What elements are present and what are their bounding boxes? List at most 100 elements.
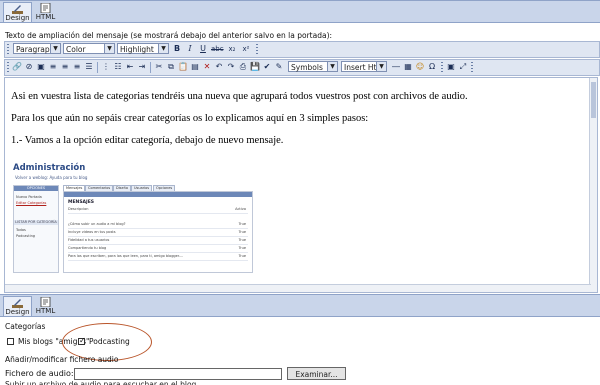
embedded-col-desc: Descripcion xyxy=(68,207,89,211)
embedded-admin-title: Administración xyxy=(13,163,86,173)
toolbar-row-1: Paragraph ▼ Color ▼ Highlight ▼ B I U ab… xyxy=(4,41,600,58)
table-row: Para los que escriben, para los que leen… xyxy=(68,254,248,261)
print-icon[interactable]: ⎙ xyxy=(238,62,248,72)
scrollbar-thumb[interactable] xyxy=(591,82,596,118)
embedded-admin-subtitle: Volver a weblog: Ayuda para tu blog xyxy=(15,175,88,180)
bold-icon[interactable]: B xyxy=(172,44,182,54)
embedded-sidebar: OPCIONES Nuevo Portada Editar Categorías… xyxy=(13,185,59,273)
delete-icon[interactable]: ✕ xyxy=(202,62,212,72)
audio-heading: Añadir/modificar fichero audio xyxy=(5,355,119,364)
table-icon[interactable]: ▦ xyxy=(403,62,413,72)
table-cell: True xyxy=(238,254,246,258)
superscript-icon[interactable]: x² xyxy=(241,44,251,54)
redo-icon[interactable]: ↷ xyxy=(226,62,236,72)
embedded-sidebar-item: Todas xyxy=(16,228,26,232)
embedded-panel-head xyxy=(64,192,252,197)
toolbar-separator xyxy=(97,62,98,73)
highlight-select[interactable]: Highlight ▼ xyxy=(117,43,169,54)
table-cell: Para los que escriben, para los que leen… xyxy=(68,254,184,258)
insert-html-select[interactable]: Insert Html ▼ xyxy=(341,61,387,72)
audio-file-input[interactable] xyxy=(74,368,282,380)
undo-icon[interactable]: ↶ xyxy=(214,62,224,72)
browse-button[interactable]: Examinar... xyxy=(287,367,346,380)
format-select-value: Paragraph xyxy=(16,45,55,54)
toolbar-grip[interactable] xyxy=(256,44,258,55)
html-page-icon xyxy=(40,3,51,13)
subscript-icon[interactable]: x₂ xyxy=(227,44,237,54)
embedded-sidebar-item: Podcasting xyxy=(16,234,36,238)
format-select[interactable]: Paragraph ▼ xyxy=(13,43,61,54)
toolbar-row-2: 🔗 ⊘ ▣ ≡ ≡ ≡ ☰ ⋮ ☷ ⇤ ⇥ ✂ ⧉ 📋 ▤ ✕ ↶ ↷ ⎙ 💾 … xyxy=(4,59,600,76)
table-cell: True xyxy=(238,222,246,226)
editor-horizontal-scrollbar[interactable] xyxy=(5,284,591,292)
toolbar-grip[interactable] xyxy=(7,44,9,55)
unlink-icon[interactable]: ⊘ xyxy=(24,62,34,72)
editor-mode-bar-top: Design HTML xyxy=(0,0,600,23)
category-checkbox-mis-blogs[interactable] xyxy=(7,338,14,345)
italic-icon[interactable]: I xyxy=(185,44,195,54)
color-select[interactable]: Color ▼ xyxy=(63,43,115,54)
pencil-ruler-icon xyxy=(12,5,23,14)
table-row: ¿Cómo subir un audio a mi blog? True xyxy=(68,222,248,229)
strikethrough-icon[interactable]: abc xyxy=(211,44,224,54)
outdent-icon[interactable]: ⇤ xyxy=(125,62,135,72)
copy-icon[interactable]: ⧉ xyxy=(166,62,176,72)
design-mode-button[interactable]: Design xyxy=(3,296,32,317)
unordered-list-icon[interactable]: ☷ xyxy=(113,62,123,72)
properties-icon[interactable]: ▣ xyxy=(446,62,456,72)
symbols-select-value: Symbols xyxy=(291,63,323,72)
symbols-select[interactable]: Symbols ▼ xyxy=(288,61,338,72)
editor-paragraph-3: 1.- Vamos a la opción editar categoría, … xyxy=(11,135,284,146)
align-right-icon[interactable]: ≡ xyxy=(72,62,82,72)
indent-icon[interactable]: ⇥ xyxy=(137,62,147,72)
html-mode-label: HTML xyxy=(35,307,56,315)
embedded-col-active: Activo xyxy=(235,207,246,211)
embedded-table-header: Descripcion Activo xyxy=(68,207,248,214)
special-char-icon[interactable]: Ω xyxy=(427,62,437,72)
underline-icon[interactable]: U xyxy=(198,44,208,54)
design-mode-button[interactable]: Design xyxy=(3,2,32,23)
toolbar-grip[interactable] xyxy=(441,62,443,73)
html-mode-button[interactable]: HTML xyxy=(32,2,59,21)
embedded-admin-screenshot[interactable]: Administración Volver a weblog: Ayuda pa… xyxy=(13,163,253,273)
pencil-ruler-icon xyxy=(12,299,23,308)
image-icon[interactable]: ▣ xyxy=(36,62,46,72)
chevron-down-icon: ▼ xyxy=(376,62,386,71)
editor-mode-bar-bottom: Design HTML xyxy=(0,294,600,317)
editor-vertical-scrollbar[interactable] xyxy=(589,78,597,292)
html-mode-button[interactable]: HTML xyxy=(32,296,59,315)
embedded-sidebar-item: Editar Categorías xyxy=(16,201,47,205)
table-cell: True xyxy=(238,238,246,242)
color-select-value: Color xyxy=(66,45,86,54)
table-row: Fidelidad a tus usuarios True xyxy=(68,238,248,245)
embedded-sidebar-subhead: LISTAR POR CATEGORÍA xyxy=(14,220,58,225)
format-brush-icon[interactable]: ✎ xyxy=(274,62,284,72)
justify-icon[interactable]: ☰ xyxy=(84,62,94,72)
design-mode-label: Design xyxy=(5,308,30,316)
paste-word-icon[interactable]: ▤ xyxy=(190,62,200,72)
chevron-down-icon: ▼ xyxy=(158,44,168,53)
html-page-icon xyxy=(40,297,51,307)
highlight-select-value: Highlight xyxy=(120,45,154,54)
rich-text-editor[interactable]: Asi en vuestra lista de categorias tendr… xyxy=(4,77,598,293)
toolbar-separator xyxy=(150,62,151,73)
categories-heading: Categorías xyxy=(5,322,46,331)
ordered-list-icon[interactable]: ⋮ xyxy=(101,62,111,72)
link-icon[interactable]: 🔗 xyxy=(12,62,22,72)
fullscreen-icon[interactable]: ⤢ xyxy=(458,62,468,72)
editor-caption: Texto de ampliación del mensaje (se most… xyxy=(5,31,333,40)
embedded-sidebar-head: OPCIONES xyxy=(14,186,58,191)
horizontal-rule-icon[interactable]: ― xyxy=(391,62,401,72)
align-left-icon[interactable]: ≡ xyxy=(48,62,58,72)
editor-paragraph-2: Para los que aún no sepáis crear categor… xyxy=(11,113,369,124)
smiley-icon[interactable]: ☺ xyxy=(415,62,425,72)
table-cell: Incluye videos en tus posts xyxy=(68,230,116,234)
align-center-icon[interactable]: ≡ xyxy=(60,62,70,72)
save-icon[interactable]: 💾 xyxy=(250,62,260,72)
cut-icon[interactable]: ✂ xyxy=(154,62,164,72)
toolbar-grip[interactable] xyxy=(471,62,473,73)
toolbar-grip[interactable] xyxy=(7,62,9,73)
table-cell: Compartiendo tu blog xyxy=(68,246,107,250)
paste-icon[interactable]: 📋 xyxy=(178,62,188,72)
spellcheck-icon[interactable]: ✔ xyxy=(262,62,272,72)
